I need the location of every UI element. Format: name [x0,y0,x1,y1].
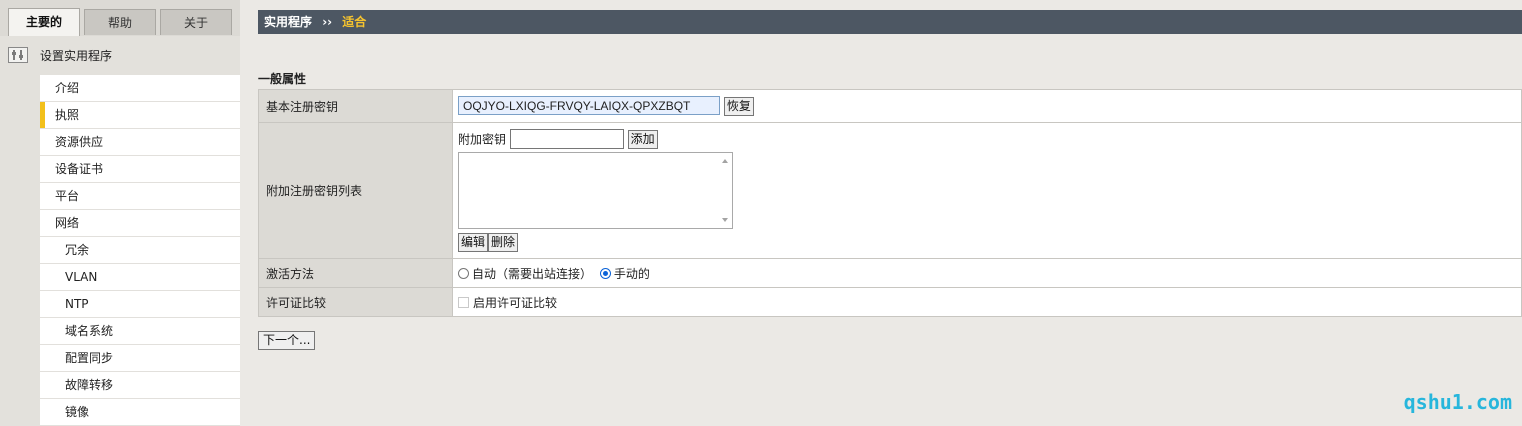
sidebar-item[interactable]: 执照 [40,102,240,129]
tab-main[interactable]: 主要的 [8,8,80,36]
sidebar-item[interactable]: 介绍 [40,75,240,102]
tab-help[interactable]: 帮助 [84,9,156,35]
sidebar-item[interactable]: 配置同步 [40,345,240,372]
sidebar-item-label: 介绍 [55,81,80,95]
setup-utility-icon [8,47,28,63]
activation-cell: 自动（需要出站连接） 手动的 [452,258,1522,288]
sidebar-item-label: 域名系统 [65,324,114,338]
scroll-up-arrow-icon[interactable] [722,159,728,163]
sidebar-nav: 介绍执照资源供应设备证书平台网络冗余 VLAN NTP 域名系统配置同步故障转移镜像 [40,75,240,426]
left-panel: 主要的 帮助 关于 设置实用程序 介绍执照资源供应设备证书平台网络冗余 VLAN N… [0,0,240,426]
activation-row: 激活方法 自动（需要出站连接） 手动的 [258,258,1522,288]
additional-keys-label: 附加注册密钥列表 [258,122,453,259]
general-properties-table: 基本注册密钥 恢复 附加注册密钥列表 附加密钥 添加 编辑删除 [258,89,1522,317]
sidebar-item-label: NTP [65,297,89,311]
additional-keys-row: 附加注册密钥列表 附加密钥 添加 编辑 删除 [258,122,1522,259]
top-tabs: 主要的 帮助 关于 [0,0,240,36]
breadcrumb-separator: ›› [322,15,333,29]
license-compare-checkbox[interactable] [458,296,469,308]
sidebar-item-label: 执照 [55,108,80,122]
activation-manual-radio[interactable] [599,267,611,279]
license-compare-row: 许可证比较 启用许可证比较 [258,287,1522,317]
base-key-label: 基本注册密钥 [258,89,453,123]
sidebar-item-label: 设备证书 [55,162,104,176]
sidebar-item[interactable]: NTP [40,291,240,318]
edit-button[interactable]: 编辑 [458,233,489,252]
sidebar-item[interactable]: 资源供应 [40,129,240,156]
sidebar-item-label: 镜像 [65,405,90,419]
sidebar-item[interactable]: 故障转移 [40,372,240,399]
sidebar-item-label: 平台 [55,189,80,203]
additional-key-input[interactable] [509,129,624,149]
delete-button[interactable]: 删除 [488,233,519,252]
additional-keys-cell: 附加密钥 添加 编辑 删除 [452,122,1522,259]
restore-button[interactable]: 恢复 [723,96,754,116]
tab-about[interactable]: 关于 [160,9,232,35]
sidebar-item[interactable]: 平台 [40,183,240,210]
section-title: 一般属性 [258,72,307,86]
additional-key-label: 附加密钥 [458,132,507,147]
activation-label: 激活方法 [258,258,453,288]
sidebar-title: 设置实用程序 [40,49,113,63]
sidebar-item[interactable]: 域名系统 [40,318,240,345]
activation-manual-label[interactable]: 手动的 [614,267,650,281]
add-button[interactable]: 添加 [627,129,658,149]
breadcrumb-current: 适合 [342,15,367,29]
base-key-cell: 恢复 [452,89,1522,123]
sidebar-item-label: 故障转移 [65,378,114,392]
sidebar-item[interactable]: VLAN [40,264,240,291]
license-compare-label: 许可证比较 [258,287,453,317]
breadcrumb: 实用程序 ›› 适合 [258,10,1522,34]
sidebar-header: 设置实用程序 [0,40,240,70]
base-key-row: 基本注册密钥 恢复 [258,89,1522,123]
additional-keys-list[interactable] [458,152,733,229]
sidebar-item-label: 网络 [55,216,80,230]
base-key-input[interactable] [458,96,720,116]
sidebar-item-label: 冗余 [65,243,90,257]
sidebar-item[interactable]: 设备证书 [40,156,240,183]
activation-auto-label[interactable]: 自动（需要出站连接） [472,267,592,281]
scroll-down-arrow-icon[interactable] [722,218,728,222]
sidebar-item-label: 配置同步 [65,351,114,365]
list-scrollbar[interactable] [718,153,732,228]
sidebar-item[interactable]: 镜像 [40,399,240,426]
watermark: qshu1.com [1403,390,1512,414]
sidebar-item-label: VLAN [65,270,98,284]
sidebar-item[interactable]: 网络 [40,210,240,237]
license-compare-cell: 启用许可证比较 [452,287,1522,317]
breadcrumb-root[interactable]: 实用程序 [264,10,312,34]
activation-auto-radio[interactable] [458,267,469,279]
sidebar-item-label: 资源供应 [55,135,104,149]
license-compare-option-label: 启用许可证比较 [473,295,558,310]
next-button[interactable]: 下一个... [258,331,316,350]
sidebar-item[interactable]: 冗余 [40,237,240,264]
